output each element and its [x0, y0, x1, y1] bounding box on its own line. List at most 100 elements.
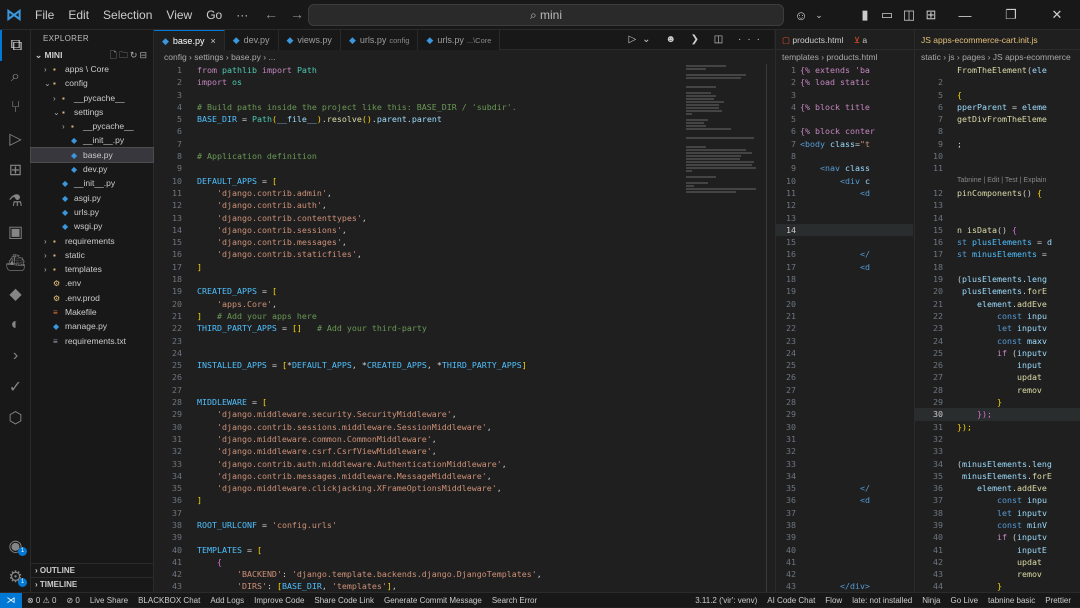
run-debug-icon[interactable]: ▷ [0, 123, 31, 154]
status-item[interactable]: Generate Commit Message [384, 596, 482, 605]
tree-item[interactable]: ◆ __init__.py [31, 133, 153, 147]
status-item[interactable]: Share Code Link [314, 596, 374, 605]
status-item[interactable]: AI Code Chat [767, 596, 815, 605]
editor-actions[interactable]: ▷⌄ ☻ ❯ ◫ ··· [628, 30, 766, 50]
status-item[interactable]: BLACKBOX Chat [138, 596, 200, 605]
tree-item[interactable]: ◆ asgi.py [31, 191, 153, 205]
search-icon[interactable]: ⌕ [0, 61, 31, 92]
chevron-icon: › [44, 265, 47, 275]
menu-item[interactable]: Selection [103, 8, 152, 22]
remote-explorer-icon[interactable]: ▣ [0, 216, 31, 247]
scrollbar[interactable] [766, 64, 767, 592]
status-item[interactable]: ⊘ 0 [66, 596, 79, 605]
minimap[interactable] [686, 64, 762, 264]
toggle-panel-icon[interactable]: ▭ [876, 7, 898, 23]
source-control-icon[interactable]: ⑂ [0, 92, 31, 123]
status-item[interactable]: 3.11.2 ('vir': venv) [695, 596, 757, 605]
close-icon[interactable]: ✕ [1034, 7, 1080, 23]
tree-item[interactable]: › ▪ __pycache__ [31, 91, 153, 105]
timeline-section[interactable]: › TIMELINE [31, 577, 154, 591]
editor-tab[interactable]: ◆ base.py × [154, 30, 225, 50]
extensions-icon[interactable]: ⊞ [0, 154, 31, 185]
menu-item[interactable]: Edit [68, 8, 89, 22]
code-line: 32 'django.middleware.csrf.CsrfViewMiddl… [172, 446, 437, 457]
remote-indicator[interactable]: ⋊ [0, 592, 22, 608]
menu-item[interactable]: File [35, 8, 54, 22]
copilot-icon[interactable]: ☺ [790, 8, 812, 23]
root-label: MINI [44, 50, 63, 60]
minimize-icon[interactable]: — [942, 8, 988, 23]
explorer-icon[interactable]: ⧉ [0, 30, 31, 61]
code-line: 9 [177, 163, 182, 174]
js-code-editor[interactable]: FromTheElement(ele 2 5{ 6 pperParent = el… [915, 64, 1080, 592]
status-item[interactable]: ⊗ 0 ⚠ 0 [27, 596, 56, 605]
close-tab-icon[interactable]: × [210, 36, 215, 46]
status-item[interactable]: Prettier [1045, 596, 1071, 605]
code-editor[interactable]: 1 from pathlib import Path 2 import os 3 4… [154, 64, 774, 592]
edge-icon[interactable]: ◐ [0, 309, 31, 340]
html-code-editor[interactable]: 1 {% extends 'ba 2 {% load static 3 4 {% bl… [776, 64, 913, 592]
tree-item[interactable]: › ▪ templates [31, 262, 153, 276]
testing-icon[interactable]: ⚗ [0, 185, 31, 216]
status-item[interactable]: Search Error [492, 596, 537, 605]
chevron-down-icon[interactable]: ⌄ [812, 10, 826, 21]
tree-item[interactable]: ⌄ ▪ settings [31, 105, 153, 119]
tree-item[interactable]: › ▪ __pycache__ [31, 119, 153, 133]
tab-cart-init-js[interactable]: JS apps-ecommerce-cart.init.js [915, 30, 1080, 50]
tree-item[interactable]: ≡ requirements.txt [31, 334, 153, 348]
editor-tab[interactable]: ◆ urls.py config [340, 30, 419, 50]
account-icon[interactable]: ◉ 1 [0, 530, 31, 561]
breadcrumb-html[interactable]: templates › products.html [776, 50, 913, 64]
tab-label: urls.py [359, 35, 387, 45]
tree-item[interactable]: ◆ dev.py [31, 162, 153, 176]
editor-tab[interactable]: ◆ dev.py [224, 30, 279, 50]
cube-icon[interactable]: ⬡ [0, 402, 31, 433]
restore-icon[interactable]: ❐ [988, 7, 1034, 23]
docker-icon[interactable]: ⛴ [0, 247, 31, 278]
editor-tab[interactable]: ◆ views.py [278, 30, 341, 50]
menu-item[interactable]: View [166, 8, 192, 22]
tree-item[interactable]: ⚙ .env.prod [31, 291, 153, 305]
status-item[interactable]: Improve Code [254, 596, 304, 605]
minimap-line [686, 113, 692, 115]
text-file-icon: ≡ [53, 336, 58, 346]
python-file-icon: ◆ [62, 207, 69, 217]
status-item[interactable]: Live Share [90, 596, 128, 605]
code-line: 34 'django.contrib.messages.middleware.M… [172, 470, 492, 481]
command-center-search[interactable]: ⌕ mini [308, 4, 784, 26]
tree-item[interactable]: ◆ urls.py [31, 205, 153, 219]
toggle-secondary-icon[interactable]: ◫ [898, 7, 920, 23]
tab-products-html[interactable]: ▢ products.html ⊻ a [776, 30, 913, 50]
status-item[interactable]: Add Logs [210, 596, 244, 605]
status-item[interactable]: Go Live [950, 596, 978, 605]
tree-item[interactable]: ≡ Makefile [31, 305, 153, 319]
status-item[interactable]: Ninja [922, 596, 940, 605]
status-item[interactable]: late: not installed [852, 596, 912, 605]
breadcrumb[interactable]: config › settings › base.py › ... [154, 50, 774, 64]
python-file-icon: ◆ [53, 322, 60, 332]
tree-item[interactable]: ◆ wsgi.py [31, 219, 153, 233]
breadcrumb-js[interactable]: static › js › pages › JS apps-ecommerce [915, 50, 1080, 64]
tree-item[interactable]: ⌄ ▪ config [31, 76, 153, 90]
layout-icon[interactable]: ⊞ [920, 7, 942, 23]
tree-item[interactable]: ◆ base.py [30, 146, 154, 164]
check-icon[interactable]: ✓ [0, 371, 31, 402]
status-item[interactable]: Flow [825, 596, 842, 605]
explorer-actions[interactable]: 🗋🗀↻⊟ [110, 48, 153, 62]
settings-gear-icon[interactable]: ⚙ 1 [0, 561, 31, 592]
tree-item[interactable]: › ▪ static [31, 248, 153, 262]
status-item[interactable]: tabnine basic [988, 596, 1035, 605]
outline-section[interactable]: › OUTLINE [31, 563, 154, 577]
tree-item[interactable]: › ▪ apps \ Core [31, 62, 153, 76]
tree-item[interactable]: ◆ manage.py [31, 319, 153, 333]
explorer-root[interactable]: ⌄ MINI 🗋🗀↻⊟ [31, 48, 153, 62]
tree-item[interactable]: › ▪ requirements [31, 234, 153, 248]
chevron-right-icon[interactable]: › [0, 340, 31, 371]
menu-item[interactable]: Go [206, 8, 222, 22]
menu-item[interactable]: ··· [236, 8, 248, 22]
tree-item[interactable]: ◆ __init__.py [31, 176, 153, 190]
tree-item[interactable]: ⚙ .env [31, 276, 153, 290]
editor-tab[interactable]: ◆ urls.py ...\Core [418, 30, 501, 50]
python-icon[interactable]: ◆ [0, 278, 31, 309]
toggle-sidebar-icon[interactable]: ▮ [854, 7, 876, 23]
